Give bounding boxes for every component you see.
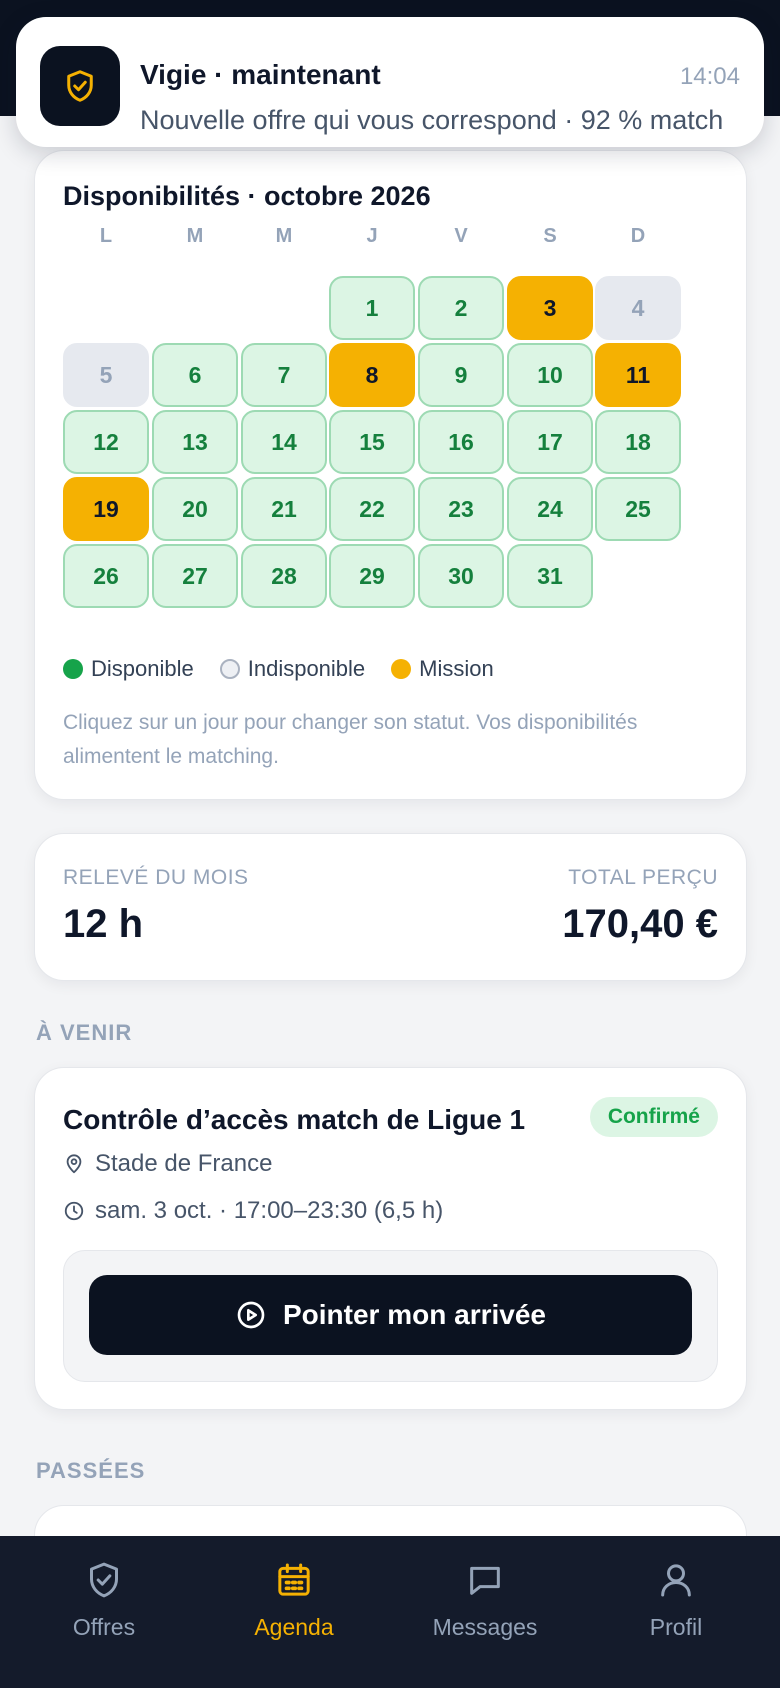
legend-available-label: Disponible (91, 656, 194, 681)
nav-offres-label: Offres (72, 1614, 136, 1640)
mission-schedule-text: sam. 3 oct. · 17:00–23:30 (6,5 h) (95, 1197, 444, 1224)
past-section-title: PASSÉES (36, 1458, 146, 1483)
calendar-day-8[interactable]: 8 (329, 343, 415, 407)
calendar-day-7[interactable]: 7 (241, 343, 327, 407)
weekday-label: M (275, 225, 293, 247)
unavailable-dot-icon (219, 659, 240, 679)
calendar-day-9[interactable]: 9 (418, 343, 504, 407)
legend-unavailable-label: Indisponible (247, 656, 366, 681)
mission-location-text: Stade de France (95, 1150, 273, 1177)
shield-check-icon (90, 1562, 118, 1598)
calendar-day-22[interactable]: 22 (329, 477, 415, 541)
upcoming-mission-card[interactable]: Contrôle d’accès match de Ligue 1 Confir… (34, 1067, 747, 1410)
calendar-day-6[interactable]: 6 (152, 343, 238, 407)
calendar-day-27[interactable]: 27 (152, 544, 238, 608)
push-notification[interactable]: Vigie · maintenant 14:04 Nouvelle offre … (16, 17, 764, 147)
calendar-hint: Cliquez sur un jour pour changer son sta… (63, 711, 638, 768)
notification-body: Nouvelle offre qui vous correspond · 92 … (140, 105, 724, 135)
calendar-day-26[interactable]: 26 (63, 544, 149, 608)
available-dot-icon (63, 659, 83, 679)
weekday-label: M (186, 225, 204, 247)
calendar-day-4[interactable]: 4 (595, 276, 681, 340)
nav-agenda-label: Agenda (254, 1614, 334, 1640)
nav-agenda[interactable]: Agenda (199, 1560, 389, 1641)
bottom-navigation: Offres Agenda Messages Profil (0, 1536, 780, 1688)
calendar-day-10[interactable]: 10 (507, 343, 593, 407)
play-circle-icon (237, 1301, 265, 1329)
calendar-day-25[interactable]: 25 (595, 477, 681, 541)
weekday-label: L (99, 225, 113, 247)
availability-calendar-card: Disponibilités · octobre 2026 LMMJVSD 12… (34, 150, 747, 800)
map-pin-icon (66, 1154, 82, 1174)
notification-title: Vigie · maintenant (140, 59, 381, 90)
weekday-label: V (454, 225, 468, 247)
calendar-day-23[interactable]: 23 (418, 477, 504, 541)
calendar-day-5[interactable]: 5 (63, 343, 149, 407)
message-icon (470, 1566, 500, 1595)
nav-offres[interactable]: Offres (9, 1560, 199, 1641)
legend-mission: Mission (391, 656, 494, 682)
calendar-day-14[interactable]: 14 (241, 410, 327, 474)
legend-available: Disponible (63, 656, 194, 682)
weekday-label: D (630, 225, 646, 247)
calendar-day-31[interactable]: 31 (507, 544, 593, 608)
calendar-day-24[interactable]: 24 (507, 477, 593, 541)
month-hours-label: RELEVÉ DU MOIS (63, 866, 249, 889)
calendar-day-29[interactable]: 29 (329, 544, 415, 608)
total-earned-value: 170,40 € (562, 902, 718, 946)
nav-profil[interactable]: Profil (581, 1560, 771, 1641)
monthly-stats-card: RELEVÉ DU MOIS 12 h TOTAL PERÇU 170,40 € (34, 833, 747, 981)
clock-icon (64, 1201, 84, 1221)
check-in-panel: Pointer mon arrivée (63, 1250, 718, 1382)
weekday-label: S (543, 225, 557, 247)
check-in-button-label: Pointer mon arrivée (283, 1299, 546, 1330)
upcoming-section-title: À VENIR (36, 1020, 133, 1045)
user-icon (661, 1564, 691, 1597)
calendar-day-30[interactable]: 30 (418, 544, 504, 608)
calendar-day-2[interactable]: 2 (418, 276, 504, 340)
calendar-day-1[interactable]: 1 (329, 276, 415, 340)
calendar-title: Disponibilités · octobre 2026 (63, 181, 431, 211)
calendar-legend: Disponible Indisponible Mission (63, 656, 520, 682)
legend-mission-label: Mission (419, 656, 494, 681)
calendar-day-17[interactable]: 17 (507, 410, 593, 474)
calendar-day-19[interactable]: 19 (63, 477, 149, 541)
mission-dot-icon (391, 659, 412, 679)
check-in-button[interactable]: Pointer mon arrivée (89, 1275, 692, 1355)
calendar-day-12[interactable]: 12 (63, 410, 149, 474)
legend-unavailable: Indisponible (219, 656, 366, 682)
calendar-day-20[interactable]: 20 (152, 477, 238, 541)
weekday-label: J (366, 225, 378, 247)
mission-location: Stade de France (63, 1150, 272, 1178)
notification-time: 14:04 (679, 63, 740, 90)
calendar-day-15[interactable]: 15 (329, 410, 415, 474)
mission-schedule: sam. 3 oct. · 17:00–23:30 (6,5 h) (63, 1197, 443, 1225)
calendar-day-28[interactable]: 28 (241, 544, 327, 608)
status-badge: Confirmé (589, 1097, 718, 1137)
calendar-day-13[interactable]: 13 (152, 410, 238, 474)
app-icon (40, 46, 120, 126)
calendar-icon (278, 1563, 310, 1596)
nav-profil-label: Profil (649, 1614, 703, 1640)
nav-messages[interactable]: Messages (390, 1560, 580, 1641)
calendar-day-11[interactable]: 11 (595, 343, 681, 407)
calendar-day-21[interactable]: 21 (241, 477, 327, 541)
total-earned-label: TOTAL PERÇU (568, 866, 718, 889)
calendar-day-18[interactable]: 18 (595, 410, 681, 474)
shield-check-icon (67, 70, 93, 102)
calendar-day-16[interactable]: 16 (418, 410, 504, 474)
nav-messages-label: Messages (432, 1614, 538, 1640)
calendar-day-3[interactable]: 3 (507, 276, 593, 340)
month-hours-value: 12 h (63, 902, 144, 946)
mission-title: Contrôle d’accès match de Ligue 1 (63, 1104, 526, 1135)
